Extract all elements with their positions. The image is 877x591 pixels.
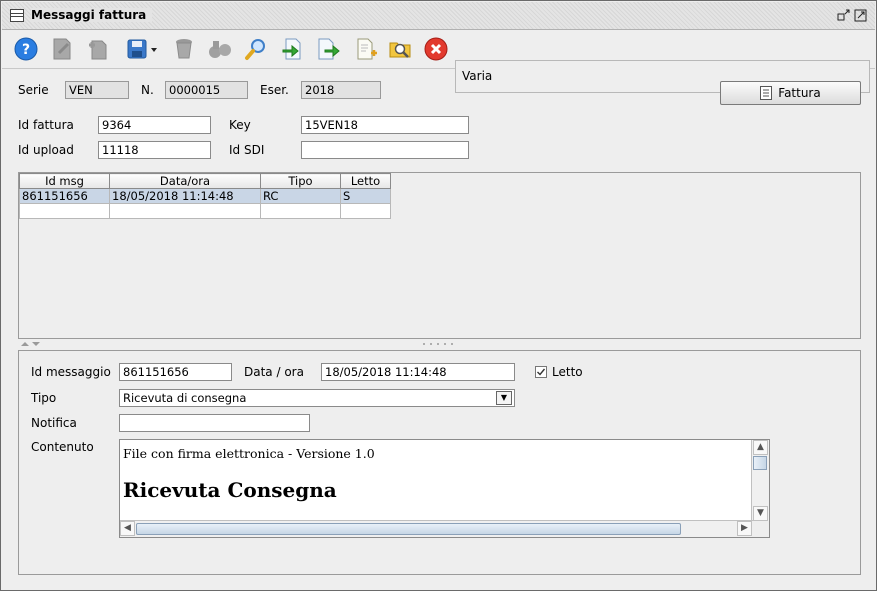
export-button[interactable] (314, 35, 342, 63)
add-document-icon (357, 38, 377, 60)
eser-label: Eser. (260, 83, 289, 97)
id-sdi-label: Id SDI (229, 143, 265, 157)
table-row-empty[interactable] (19, 203, 391, 219)
key-label: Key (229, 118, 251, 132)
help-icon: ? (14, 37, 38, 61)
toolbar: ? Varia (2, 30, 875, 93)
contenuto-textarea[interactable]: File con firma elettronica - Versione 1.… (119, 439, 770, 538)
key-input[interactable]: 15VEN18 (301, 116, 469, 134)
new-document-icon (89, 40, 107, 60)
cell-empty[interactable] (19, 203, 110, 219)
letto-label: Letto (552, 365, 583, 379)
data-ora-input[interactable]: 18/05/2018 11:14:48 (321, 363, 515, 381)
column-header-id-msg[interactable]: Id msg (19, 173, 110, 189)
data-ora-label: Data / ora (244, 365, 304, 379)
id-messaggio-input[interactable]: 861151656 (119, 363, 232, 381)
close-button[interactable] (422, 35, 450, 63)
cell-empty[interactable] (109, 203, 261, 219)
window-icon (10, 9, 24, 22)
column-header-letto[interactable]: Letto (340, 173, 391, 189)
scroll-right-icon[interactable]: ▶ (737, 521, 752, 536)
contenuto-line-2: Ricevuta Consegna (123, 478, 337, 502)
notifica-label: Notifica (31, 416, 77, 430)
binoculars-button[interactable] (206, 35, 234, 63)
find-button[interactable] (386, 35, 414, 63)
splitter-arrows-icon (21, 342, 40, 346)
n-label: N. (141, 83, 154, 97)
vertical-scrollbar[interactable]: ▲ ▼ (751, 440, 769, 522)
chevron-down-icon[interactable]: ▼ (496, 391, 512, 405)
cell-empty[interactable] (260, 203, 341, 219)
cell-empty[interactable] (340, 203, 391, 219)
maximize-icon[interactable] (854, 8, 868, 22)
save-icon (127, 39, 157, 59)
notifica-input[interactable] (119, 414, 310, 432)
messages-table: Id msg Data/ora Tipo Letto 861151656 18/… (19, 173, 391, 219)
title-bar[interactable]: Messaggi fattura (2, 2, 875, 30)
table-header-row: Id msg Data/ora Tipo Letto (19, 173, 391, 189)
window-title: Messaggi fattura (31, 8, 153, 22)
message-window: Messaggi fattura ? Varia Serie VEN N. 00… (0, 0, 877, 591)
id-upload-input[interactable]: 11118 (98, 141, 211, 159)
import-button[interactable] (278, 35, 306, 63)
help-button[interactable]: ? (12, 35, 40, 63)
document-icon (760, 86, 773, 100)
cell-tipo[interactable]: RC (260, 188, 341, 204)
cell-id-msg[interactable]: 861151656 (19, 188, 110, 204)
restore-icon[interactable] (837, 8, 851, 22)
serie-field: VEN (65, 81, 129, 99)
svg-text:?: ? (22, 42, 30, 58)
scroll-corner (752, 521, 769, 537)
horizontal-scroll-thumb[interactable] (136, 523, 681, 535)
cell-data-ora[interactable]: 18/05/2018 11:14:48 (109, 188, 261, 204)
export-arrow-icon (318, 38, 340, 60)
vertical-scroll-thumb[interactable] (753, 456, 767, 470)
contenuto-label: Contenuto (31, 440, 94, 454)
id-messaggio-label: Id messaggio (31, 365, 111, 379)
new-button[interactable] (84, 35, 112, 63)
tipo-select[interactable]: Ricevuta di consegna ▼ (119, 389, 515, 407)
edit-icon (53, 38, 71, 60)
search-button[interactable] (242, 35, 270, 63)
table-row[interactable]: 861151656 18/05/2018 11:14:48 RC S (19, 188, 391, 204)
cell-letto[interactable]: S (340, 188, 391, 204)
column-header-data-ora[interactable]: Data/ora (109, 173, 261, 189)
serie-label: Serie (18, 83, 49, 97)
edit-button[interactable] (48, 35, 76, 63)
binoculars-icon (209, 41, 231, 58)
splitter-grip-icon (423, 343, 453, 345)
delete-button[interactable] (170, 35, 198, 63)
splitter[interactable] (18, 340, 861, 348)
folder-search-icon (389, 42, 411, 58)
id-upload-label: Id upload (18, 143, 74, 157)
horizontal-scrollbar[interactable]: ◀ ▶ (120, 520, 753, 537)
save-button[interactable] (124, 35, 160, 63)
add-button[interactable] (352, 35, 380, 63)
scroll-up-icon[interactable]: ▲ (753, 440, 768, 455)
fattura-button[interactable]: Fattura (720, 81, 861, 105)
messages-grid-panel: Id msg Data/ora Tipo Letto 861151656 18/… (18, 172, 861, 339)
scroll-down-icon[interactable]: ▼ (753, 506, 768, 521)
contenuto-line-1: File con firma elettronica - Versione 1.… (123, 446, 375, 461)
id-fattura-input[interactable]: 9364 (98, 116, 211, 134)
checkmark-icon (537, 368, 546, 376)
eser-field: 2018 (301, 81, 381, 99)
trash-icon (176, 39, 192, 59)
magnifier-icon (245, 39, 265, 60)
scroll-left-icon[interactable]: ◀ (120, 521, 135, 536)
letto-checkbox[interactable] (535, 366, 547, 378)
id-fattura-label: Id fattura (18, 118, 74, 132)
fattura-button-label: Fattura (778, 86, 821, 100)
close-icon (424, 37, 448, 61)
tipo-label: Tipo (31, 391, 57, 405)
column-header-tipo[interactable]: Tipo (260, 173, 341, 189)
tipo-selected-value: Ricevuta di consegna (123, 391, 247, 405)
import-arrow-icon (282, 38, 301, 60)
n-field: 0000015 (165, 81, 248, 99)
id-sdi-input[interactable] (301, 141, 469, 159)
